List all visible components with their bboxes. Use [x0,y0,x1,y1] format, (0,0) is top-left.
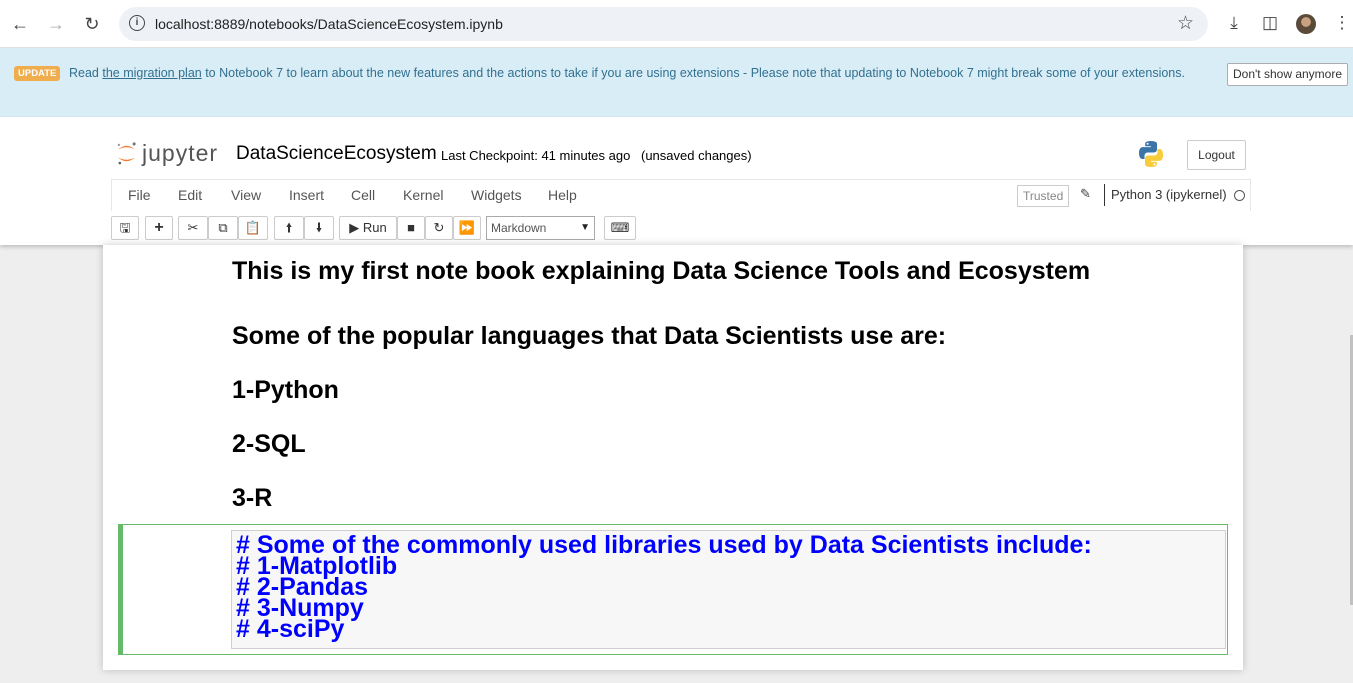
jupyter-logo[interactable]: jupyter [114,139,224,169]
run-button[interactable]: ▶ Run [339,216,397,240]
trusted-indicator[interactable]: Trusted [1017,185,1070,207]
run-icon: ▶ [349,220,360,235]
fast-forward-icon[interactable]: ⏩ [453,216,481,240]
bookmark-star-icon[interactable]: ☆ [1177,12,1194,35]
menu-help[interactable]: Help [548,187,577,203]
menu-edit[interactable]: Edit [178,187,202,203]
migration-plan-link[interactable]: the migration plan [102,66,201,80]
notebook-toolbar: 🖫 + ✂ ⧉ 📋 🠙 🠛 ▶ Run ■ ↻ ⏩ Markdown ▼ ⌨ [111,214,1251,244]
keyboard-icon[interactable]: ⌨ [604,216,636,240]
edit-mode-pencil-icon: ✎ [1080,186,1091,201]
menu-kernel[interactable]: Kernel [403,187,443,203]
cell-type-value: Markdown [491,221,547,235]
back-icon[interactable]: ← [8,12,32,36]
restart-icon[interactable]: ↻ [425,216,453,240]
run-label: Run [362,220,387,235]
side-panel-icon[interactable]: ◫ [1259,12,1281,34]
reload-icon[interactable]: ↻ [80,12,104,36]
update-banner: Read the migration plan to Notebook 7 to… [0,48,1353,117]
rendered-subheading[interactable]: Some of the popular languages that Data … [232,322,946,351]
rendered-list-item[interactable]: 3-R [232,484,272,513]
cell-type-select[interactable]: Markdown ▼ [486,216,595,240]
stop-icon[interactable]: ■ [397,216,425,240]
move-up-icon[interactable]: 🠙 [274,216,304,240]
cell-editor[interactable]: # Some of the commonly used libraries us… [231,530,1226,649]
notebook-header: jupyter DataScienceEcosystem Last Checkp… [0,117,1353,245]
profile-avatar[interactable] [1296,14,1316,34]
rendered-heading[interactable]: This is my first note book explaining Da… [232,257,1090,286]
rendered-list-item[interactable]: 2-SQL [232,430,306,459]
cut-icon[interactable]: ✂ [178,216,208,240]
update-badge: UPDATE [14,66,61,81]
download-icon[interactable]: ⤓ [1223,12,1245,34]
address-bar[interactable]: i localhost:8889/notebooks/DataScienceEc… [119,7,1208,41]
selected-markdown-cell[interactable]: # Some of the commonly used libraries us… [118,524,1228,655]
rendered-list-item[interactable]: 1-Python [232,376,339,405]
copy-icon[interactable]: ⧉ [208,216,238,240]
banner-text: Read the migration plan to Notebook 7 to… [69,66,1185,80]
site-info-icon[interactable]: i [129,15,145,31]
forward-icon[interactable]: → [44,12,68,36]
editor-line[interactable]: # 4-sciPy [236,617,344,642]
add-cell-icon[interactable]: + [145,216,173,240]
url-text[interactable]: localhost:8889/notebooks/DataScienceEcos… [155,16,503,32]
menu-view[interactable]: View [231,187,261,203]
paste-icon[interactable]: 📋 [238,216,268,240]
notebook-name[interactable]: DataScienceEcosystem [236,143,437,165]
menu-widgets[interactable]: Widgets [471,187,522,203]
menu-cell[interactable]: Cell [351,187,375,203]
unsaved-status: (unsaved changes) [641,148,752,163]
logout-button[interactable]: Logout [1187,140,1246,170]
more-menu-icon[interactable]: ⋮ [1331,12,1353,34]
menu-bar: File Edit View Insert Cell Kernel Widget… [111,179,1251,211]
kernel-name[interactable]: Python 3 (ipykernel) [1104,184,1227,206]
move-down-icon[interactable]: 🠛 [304,216,334,240]
menu-file[interactable]: File [128,187,151,203]
menu-insert[interactable]: Insert [289,187,324,203]
browser-toolbar: ← → ↻ i localhost:8889/notebooks/DataSci… [0,0,1353,48]
jupyter-logo-icon [117,142,136,165]
chevron-down-icon: ▼ [580,222,590,233]
checkpoint-status: Last Checkpoint: 41 minutes ago [441,148,631,163]
jupyter-wordmark: jupyter [142,140,219,166]
python-logo-icon [1139,141,1163,167]
kernel-idle-indicator-icon [1234,190,1245,201]
save-icon[interactable]: 🖫 [111,216,139,240]
dont-show-anymore-button[interactable]: Don't show anymore [1227,63,1349,86]
